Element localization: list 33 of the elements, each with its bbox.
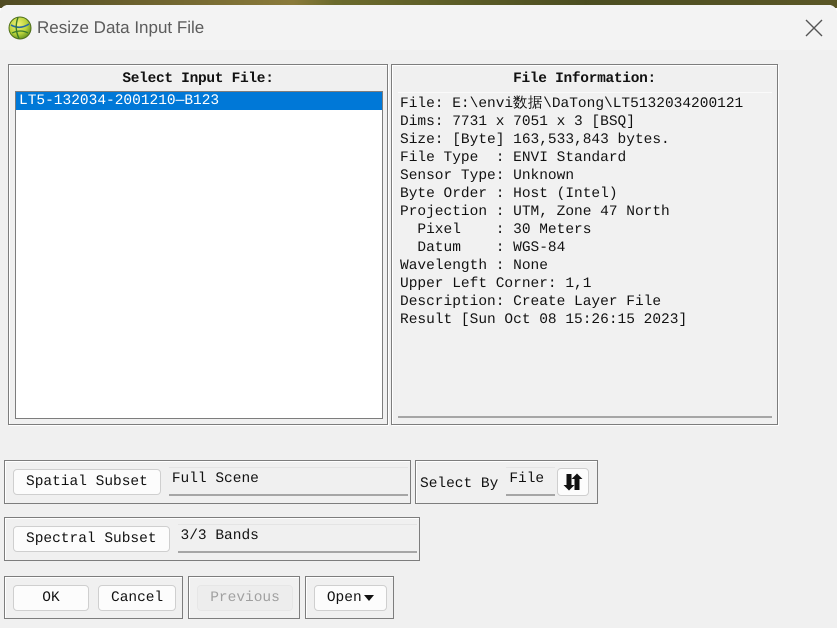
info-line: Pixel : 30 Meters: [416, 221, 592, 239]
info-line: File: E:\envi数据\DaTong\LT5132034200121: [400, 95, 744, 113]
spatial-subset-field: Full Scene: [168, 467, 408, 496]
info-line: Byte Order : Host (Intel): [400, 185, 619, 203]
info-line: Projection : UTM, Zone 47 North: [400, 203, 671, 221]
dialog-button[interactable]: Cancel: [98, 584, 176, 610]
info-line: Result [Sun Oct 08 15:26:15 2023]: [400, 311, 688, 329]
panel-heading: File Information:: [513, 70, 656, 89]
info-line: Datum : WGS-84: [416, 239, 566, 257]
info-line: File Type : ENVI Standard: [400, 149, 628, 167]
info-line: Description: Create Layer File: [400, 293, 662, 311]
up-down-arrows-icon: [563, 473, 584, 491]
globe-icon: [8, 16, 32, 40]
info-line: Size: [Byte] 163,533,843 bytes.: [400, 131, 671, 149]
info-line: Dims: 7731 x 7051 x 3 [BSQ]: [400, 113, 636, 131]
file-list-item[interactable]: LT5-132034-2001210—B123: [16, 92, 382, 110]
caret-icon: [364, 594, 374, 600]
open-menu-button[interactable]: Open: [314, 584, 387, 610]
close-icon: [805, 18, 823, 36]
panel-heading: Select Input File:: [122, 70, 274, 89]
spectral-subset-field: 3/3 Bands: [178, 524, 417, 553]
window-title: Resize Data Input File: [37, 18, 204, 38]
file-list[interactable]: LT5-132034-2001210—B123: [15, 91, 383, 419]
info-line: Upper Left Corner: 1,1: [400, 275, 592, 293]
info-line: Sensor Type: Unknown: [400, 167, 576, 185]
dialog-button[interactable]: OK: [13, 584, 89, 610]
select-by-field: File: [506, 467, 556, 496]
close-button[interactable]: [805, 18, 823, 36]
spectral-subset-button[interactable]: Spectral Subset: [13, 526, 170, 552]
select-by-label: Select By: [420, 476, 498, 492]
toggle-button[interactable]: [557, 468, 590, 496]
info-line: Wavelength : None: [400, 257, 549, 275]
spatial-subset-button[interactable]: Spatial Subset: [13, 469, 161, 495]
